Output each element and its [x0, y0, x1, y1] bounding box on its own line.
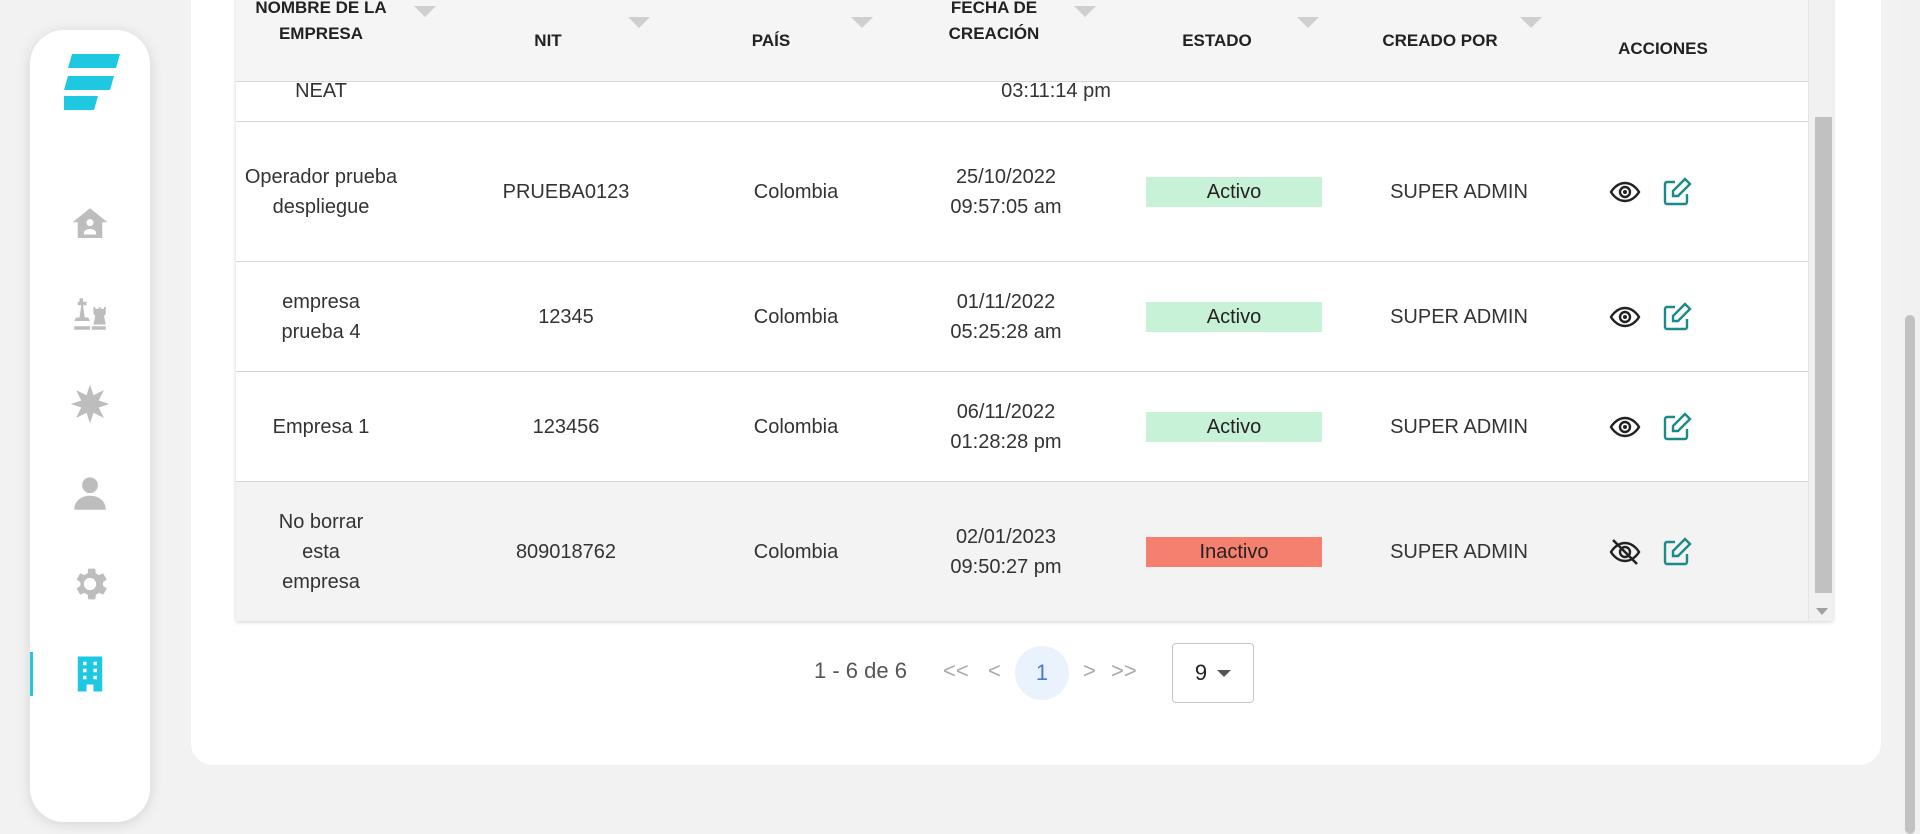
cell-empresa: No borrar esta empresa	[278, 510, 364, 593]
cell-estado: Inactivo	[1146, 482, 1322, 621]
cell-empresa: Empresa 1	[272, 415, 370, 438]
cell-fecha: 01/11/2022 05:25:28 am	[950, 290, 1062, 343]
first-page-button[interactable]: <<	[943, 658, 969, 684]
cell-empresa: empresa prueba 4	[281, 290, 361, 343]
chevron-down-icon	[1217, 669, 1232, 677]
companies-table: NEAT 03:11:14 pm NOMBRE DE LA EMPRESA NI…	[236, 0, 1833, 621]
user-icon	[74, 477, 106, 510]
building-icon	[77, 656, 103, 692]
sidebar	[30, 30, 150, 822]
page-scroll-thumb[interactable]	[1905, 315, 1915, 834]
table-row: empresa prueba 4 12345 Colombia 01/11/20…	[236, 262, 1808, 372]
app-logo[interactable]	[64, 52, 120, 124]
cell-fecha: 02/01/2023 09:50:27 pm	[950, 525, 1062, 578]
burst-icon	[70, 384, 110, 424]
header-pais[interactable]: PAÍS	[686, 0, 873, 82]
edit-icon[interactable]	[1661, 176, 1693, 208]
cell-creado-por: SUPER ADMIN	[1390, 305, 1528, 328]
per-page-select[interactable]: 9	[1172, 643, 1254, 703]
table-row: No borrar esta empresa 809018762 Colombi…	[236, 482, 1808, 621]
header-acciones: ACCIONES	[1618, 39, 1708, 58]
table-scrollbar[interactable]	[1808, 0, 1833, 621]
view-eye-icon[interactable]	[1609, 411, 1641, 443]
cell-pais: Colombia	[753, 415, 839, 438]
cell-nit: 123456	[532, 415, 600, 438]
hidden-eye-icon[interactable]	[1609, 536, 1641, 568]
nav-user[interactable]	[30, 466, 150, 522]
nav-companies[interactable]	[30, 646, 150, 702]
sort-icon	[1074, 6, 1096, 17]
sort-icon	[851, 17, 873, 28]
cell-fecha: 06/11/2022 01:28:28 pm	[950, 400, 1062, 453]
table-row: Empresa 1 123456 Colombia 06/11/2022 01:…	[236, 372, 1808, 482]
gear-icon	[76, 568, 107, 600]
cell-estado: Activo	[1146, 262, 1322, 371]
home-icon	[72, 208, 108, 238]
header-empresa[interactable]: NOMBRE DE LA EMPRESA	[236, 0, 436, 62]
pagination-range: 1 - 6 de 6	[814, 658, 907, 683]
cell-pais: Colombia	[753, 305, 839, 328]
status-badge: Activo	[1146, 411, 1322, 442]
sort-icon	[1520, 17, 1542, 28]
view-eye-icon[interactable]	[1609, 301, 1641, 333]
header-nit[interactable]: NIT	[463, 0, 650, 82]
cell-fecha: 25/10/2022 09:57:05 am	[950, 165, 1062, 218]
edit-icon[interactable]	[1661, 411, 1693, 443]
view-eye-icon[interactable]	[1609, 176, 1641, 208]
cell-estado: Activo	[1146, 122, 1322, 261]
edit-icon[interactable]	[1661, 536, 1693, 568]
prev-page-button[interactable]: <	[988, 658, 1001, 684]
cell-nit: PRUEBA0123	[502, 180, 630, 203]
nav-settings[interactable]	[30, 556, 150, 612]
cell-estado: Activo	[1146, 372, 1322, 481]
table-scroll-thumb[interactable]	[1815, 117, 1832, 593]
last-page-button[interactable]: >>	[1111, 658, 1137, 684]
header-fecha[interactable]: FECHA DE CREACIÓN	[909, 0, 1096, 62]
cell-nit: 12345	[538, 305, 594, 328]
header-estado[interactable]: ESTADO	[1132, 0, 1319, 82]
edit-icon[interactable]	[1661, 301, 1693, 333]
cell-acciones	[1556, 262, 1746, 371]
cell-creado-por: SUPER ADMIN	[1390, 415, 1528, 438]
nav-chess[interactable]	[30, 286, 150, 342]
cell-pais: Colombia	[753, 540, 839, 563]
cell-empresa: Operador prueba despliegue	[244, 165, 398, 218]
cell-nit: 809018762	[515, 540, 617, 563]
status-badge: Inactivo	[1146, 536, 1322, 567]
status-badge: Activo	[1146, 301, 1322, 332]
cell-acciones	[1556, 122, 1746, 261]
cell-acciones	[1556, 372, 1746, 481]
sort-icon	[1297, 17, 1319, 28]
page-scrollbar[interactable]	[1900, 0, 1920, 834]
nav-burst[interactable]	[30, 376, 150, 432]
table-header: NOMBRE DE LA EMPRESA NIT PAÍS FECHA DE C…	[236, 0, 1808, 82]
table-row: Operador prueba despliegue PRUEBA0123 Co…	[236, 122, 1808, 262]
next-page-button[interactable]: >	[1083, 658, 1096, 684]
cell-pais: Colombia	[753, 180, 839, 203]
chess-icon	[74, 298, 106, 330]
sort-icon	[414, 6, 436, 17]
nav-home[interactable]	[30, 196, 150, 252]
page-number-button[interactable]: 1	[1015, 646, 1069, 700]
cell-creado-por: SUPER ADMIN	[1390, 180, 1528, 203]
sort-icon	[628, 17, 650, 28]
header-creado-por[interactable]: CREADO POR	[1355, 0, 1542, 82]
status-badge: Activo	[1146, 176, 1322, 207]
scroll-down-arrow-icon[interactable]	[1816, 608, 1828, 615]
cell-acciones	[1556, 482, 1746, 621]
cell-creado-por: SUPER ADMIN	[1390, 540, 1528, 563]
